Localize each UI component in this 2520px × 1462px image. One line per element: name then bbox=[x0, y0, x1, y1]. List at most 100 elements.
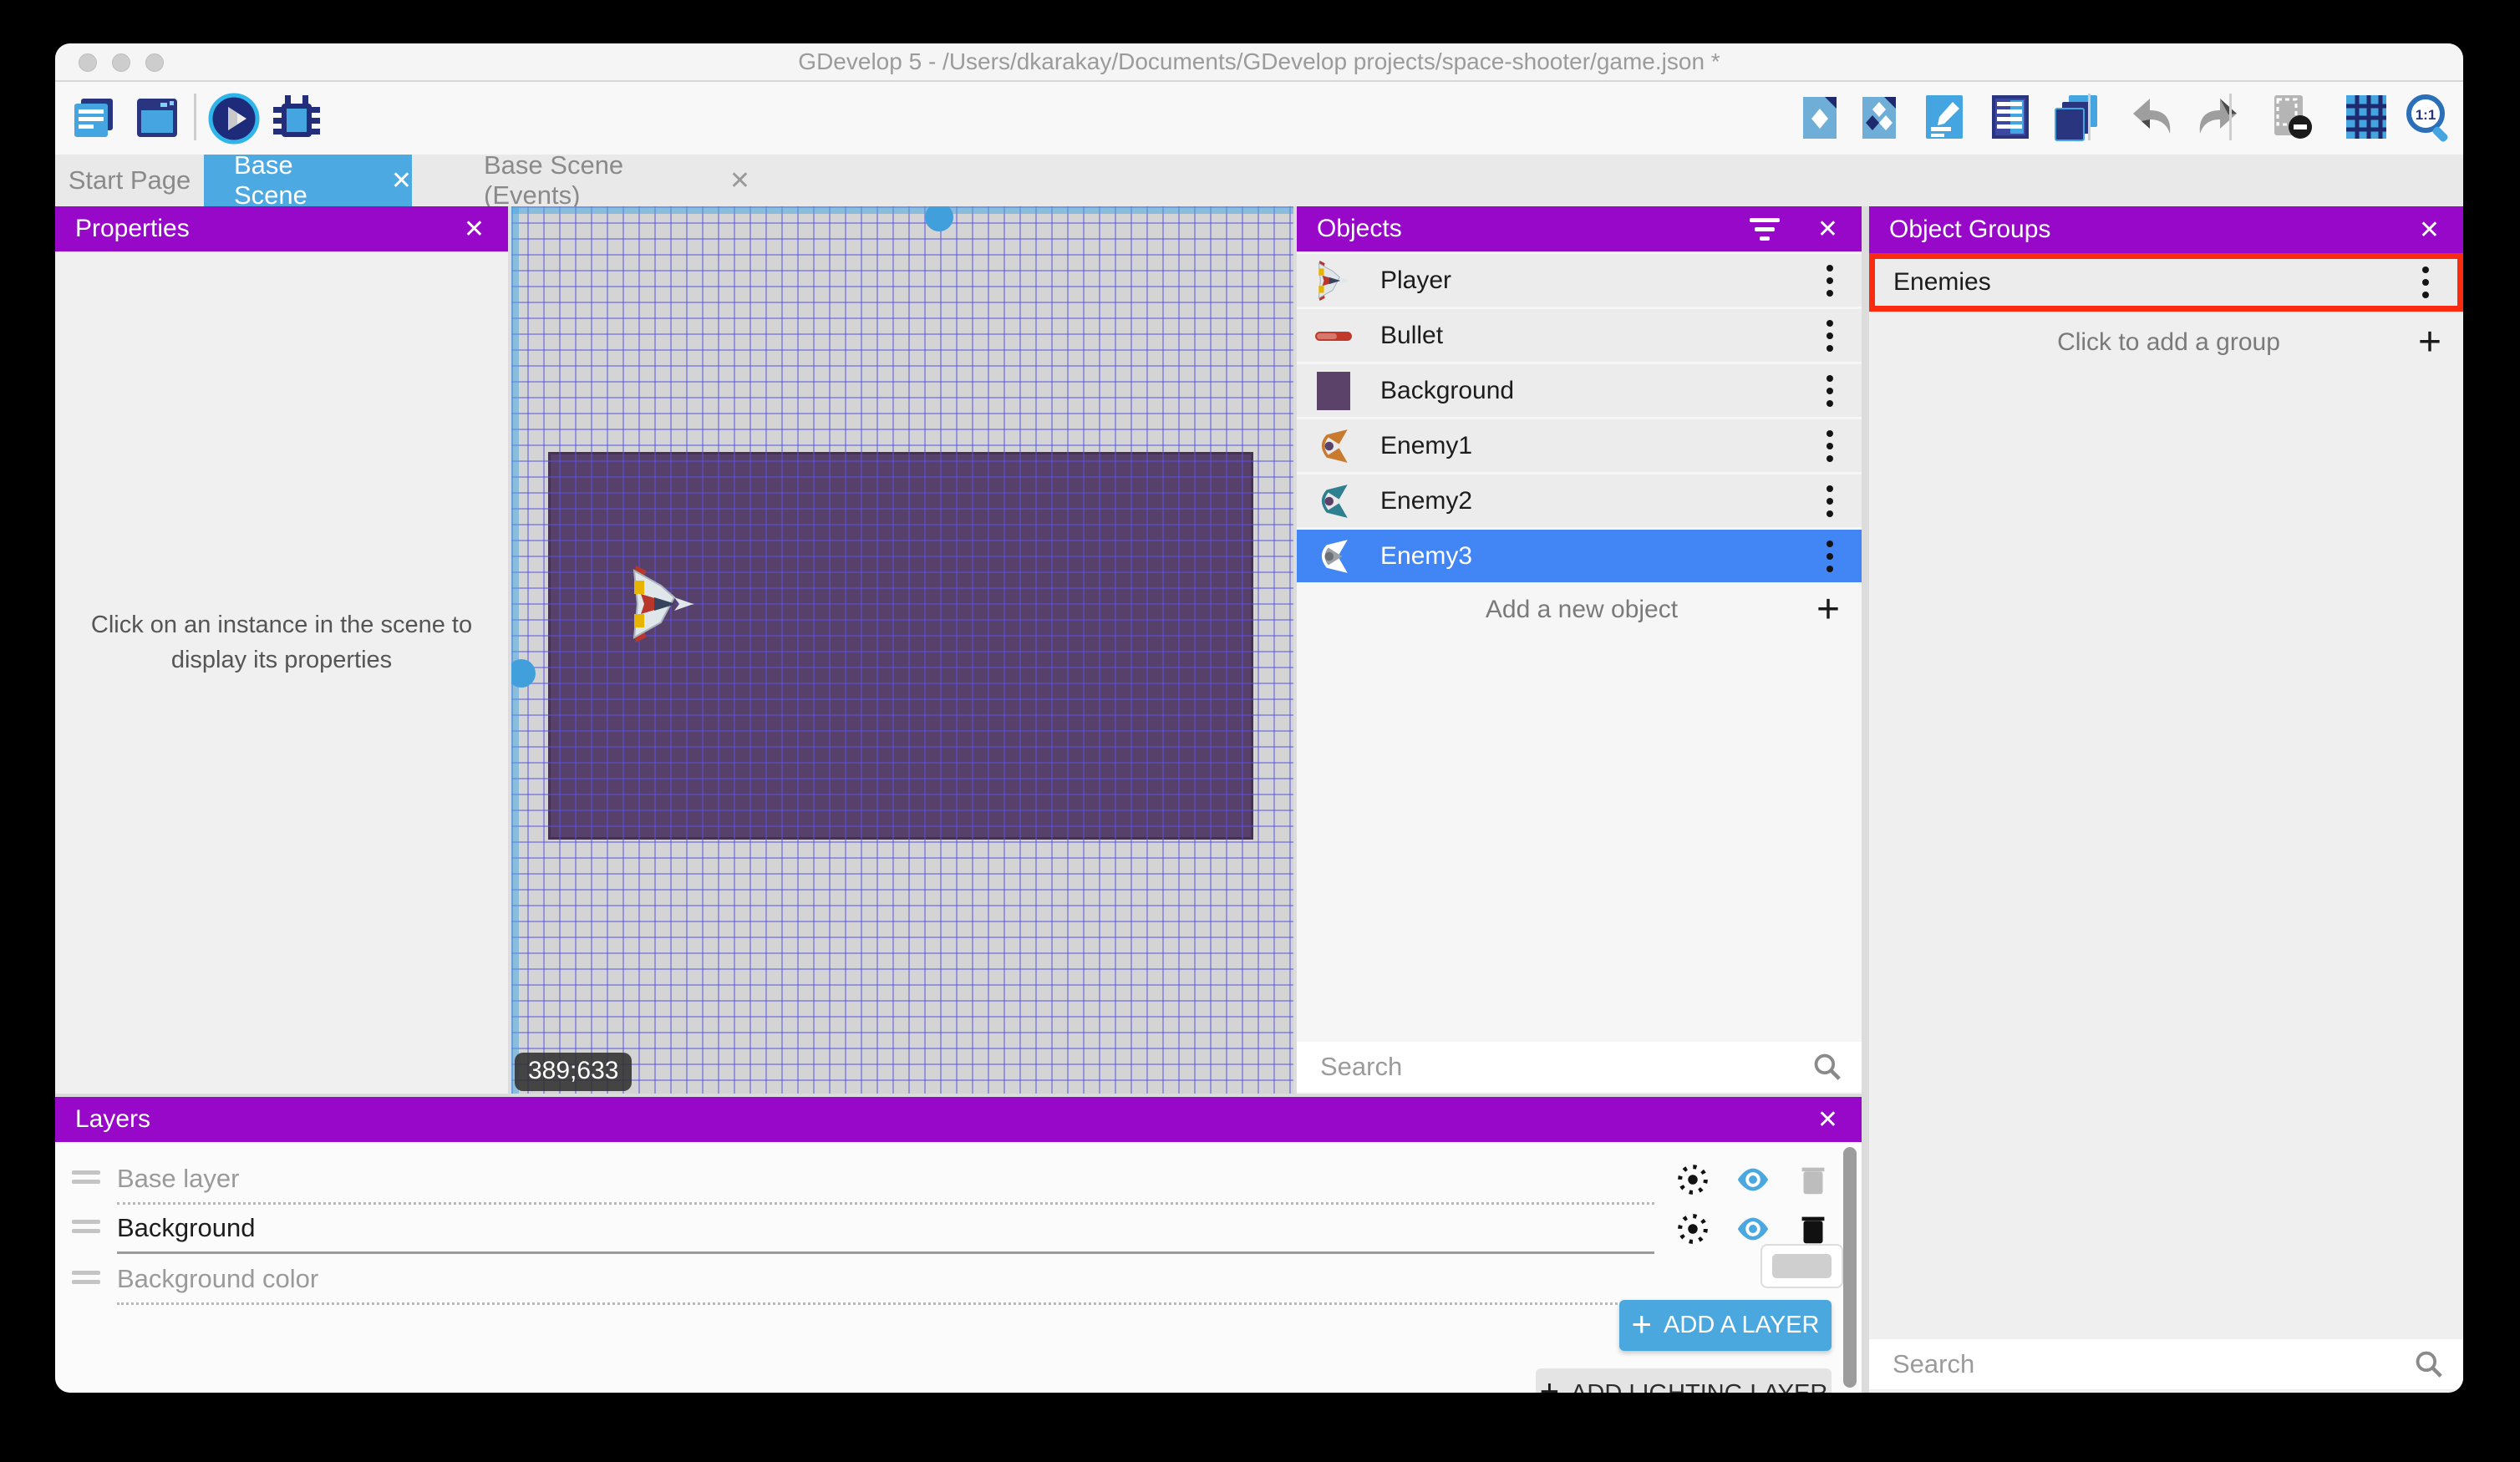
tab-label: Start Page bbox=[69, 165, 191, 195]
filter-icon[interactable] bbox=[1749, 218, 1781, 241]
group-row-enemies-highlighted[interactable]: Enemies bbox=[1869, 253, 2463, 312]
objects-panel: Objects ✕ Player bbox=[1297, 206, 1862, 1094]
redo-icon[interactable] bbox=[2192, 92, 2242, 142]
add-object-button[interactable]: Add a new object + bbox=[1297, 585, 1862, 635]
add-layer-label: ADD A LAYER bbox=[1664, 1312, 1819, 1339]
kebab-menu-icon[interactable] bbox=[1821, 425, 1838, 467]
object-groups-icon[interactable] bbox=[1854, 92, 1904, 142]
title-bar: GDevelop 5 - /Users/dkarakay/Documents/G… bbox=[55, 43, 2463, 82]
tab-close-icon[interactable]: ✕ bbox=[729, 166, 750, 195]
plus-icon: + bbox=[2418, 322, 2441, 363]
drag-handle-icon[interactable] bbox=[72, 1220, 100, 1238]
layer-visibility-icon[interactable] bbox=[1734, 1210, 1772, 1248]
kebab-menu-icon[interactable] bbox=[1821, 480, 1838, 522]
plus-icon: + bbox=[1632, 1304, 1653, 1344]
tab-label: Base Scene bbox=[234, 150, 353, 211]
object-row-enemy1[interactable]: Enemy1 bbox=[1297, 419, 1862, 472]
kebab-menu-icon[interactable] bbox=[1821, 315, 1838, 357]
gdevelop-window: GDevelop 5 - /Users/dkarakay/Documents/G… bbox=[55, 43, 2463, 1393]
object-name: Player bbox=[1380, 267, 1821, 295]
add-lighting-layer-button[interactable]: + ADD LIGHTING LAYER bbox=[1536, 1368, 1832, 1393]
zoom-original-icon[interactable]: 1:1 bbox=[2402, 92, 2456, 145]
tab-base-scene-events[interactable]: Base Scene (Events) ✕ bbox=[412, 155, 750, 206]
layer-effects-icon[interactable] bbox=[1674, 1210, 1712, 1248]
toolbar-divider bbox=[2229, 94, 2232, 140]
layers-scrollbar[interactable] bbox=[1843, 1147, 1857, 1388]
tab-base-scene[interactable]: Base Scene ✕ bbox=[204, 155, 412, 206]
kebab-menu-icon[interactable] bbox=[2417, 261, 2434, 303]
object-name: Bullet bbox=[1380, 322, 1821, 350]
plus-icon: + bbox=[1540, 1373, 1559, 1393]
bullet-sprite-icon bbox=[1310, 314, 1357, 358]
project-manager-icon[interactable] bbox=[69, 92, 119, 142]
main-toolbar: 1:1 bbox=[55, 82, 2463, 155]
screenshot-root: GDevelop 5 - /Users/dkarakay/Documents/G… bbox=[0, 0, 2520, 1462]
tab-start-page[interactable]: Start Page bbox=[55, 155, 204, 206]
toggle-grid-icon[interactable] bbox=[2341, 92, 2391, 142]
close-icon[interactable]: ✕ bbox=[2419, 216, 2440, 245]
close-icon[interactable]: ✕ bbox=[1817, 1105, 1838, 1135]
canvas-vertical-scrollbar[interactable] bbox=[511, 206, 519, 1094]
layers-panel: Layers ✕ bbox=[55, 1097, 1862, 1393]
add-layer-button[interactable]: + ADD A LAYER bbox=[1619, 1300, 1832, 1351]
undo-icon[interactable] bbox=[2128, 92, 2178, 142]
layer-name-input[interactable] bbox=[117, 1160, 1654, 1205]
add-lighting-layer-label: ADD LIGHTING LAYER bbox=[1571, 1380, 1827, 1393]
panel-title: Properties bbox=[75, 215, 464, 243]
vertical-scroll-knob[interactable] bbox=[511, 659, 536, 688]
layer-name-input[interactable] bbox=[117, 1210, 1654, 1254]
close-icon[interactable]: ✕ bbox=[464, 215, 485, 244]
cursor-coordinates-badge: 389;633 bbox=[515, 1053, 632, 1091]
close-icon[interactable]: ✕ bbox=[1817, 215, 1838, 244]
drag-handle-icon[interactable] bbox=[72, 1170, 100, 1189]
player-instance[interactable] bbox=[624, 564, 701, 644]
properties-empty-message: Click on an instance in the scene to dis… bbox=[81, 607, 482, 678]
object-groups-panel-header: Object Groups ✕ bbox=[1869, 206, 2463, 253]
enemy1-sprite-icon bbox=[1310, 424, 1357, 468]
toggle-window-mask-icon[interactable] bbox=[2266, 92, 2316, 142]
object-row-enemy2[interactable]: Enemy2 bbox=[1297, 475, 1862, 527]
object-row-player[interactable]: Player bbox=[1297, 254, 1862, 307]
canvas-horizontal-scrollbar[interactable] bbox=[511, 206, 1293, 214]
horizontal-scroll-knob[interactable] bbox=[925, 206, 953, 231]
layers-icon[interactable] bbox=[2050, 92, 2101, 142]
kebab-menu-icon[interactable] bbox=[1821, 536, 1838, 577]
kebab-menu-icon[interactable] bbox=[1821, 260, 1838, 302]
layer-effects-icon[interactable] bbox=[1674, 1160, 1712, 1199]
add-group-button[interactable]: Click to add a group + bbox=[1869, 317, 2463, 368]
layer-row-background-color bbox=[55, 1256, 1862, 1304]
background-color-swatch[interactable] bbox=[1760, 1244, 1843, 1288]
player-sprite-icon bbox=[1310, 259, 1357, 302]
object-row-enemy3[interactable]: Enemy3 bbox=[1297, 530, 1862, 582]
add-group-label: Click to add a group bbox=[1869, 328, 2418, 357]
play-icon[interactable] bbox=[207, 92, 261, 145]
groups-search-input[interactable] bbox=[1891, 1348, 2413, 1380]
background-instance[interactable] bbox=[548, 452, 1253, 840]
drag-handle-icon bbox=[72, 1271, 100, 1289]
scene-window-icon[interactable] bbox=[132, 92, 182, 142]
tab-label: Base Scene (Events) bbox=[484, 150, 691, 211]
objects-search bbox=[1297, 1042, 1862, 1092]
panel-title: Object Groups bbox=[1889, 216, 2419, 244]
tab-close-icon[interactable]: ✕ bbox=[391, 166, 412, 195]
layers-panel-header: Layers ✕ bbox=[55, 1097, 1862, 1142]
instances-list-icon[interactable] bbox=[1985, 92, 2035, 142]
scene-canvas[interactable]: 389;633 bbox=[511, 206, 1293, 1094]
layer-visibility-icon[interactable] bbox=[1734, 1160, 1772, 1199]
object-row-background[interactable]: Background bbox=[1297, 364, 1862, 417]
object-name: Enemy2 bbox=[1380, 487, 1821, 515]
debug-icon[interactable] bbox=[270, 92, 323, 145]
toolbar-divider bbox=[194, 94, 196, 140]
edit-scene-properties-icon[interactable] bbox=[1919, 92, 1969, 142]
objects-panel-header: Objects ✕ bbox=[1297, 206, 1862, 251]
kebab-menu-icon[interactable] bbox=[1821, 370, 1838, 412]
object-groups-panel: Object Groups ✕ Enemies Click to add a g… bbox=[1869, 206, 2463, 1393]
properties-panel: Properties ✕ Click on an instance in the… bbox=[55, 206, 508, 1094]
object-name: Background bbox=[1380, 377, 1821, 405]
panel-title: Objects bbox=[1317, 215, 1749, 243]
objects-search-input[interactable] bbox=[1318, 1051, 1811, 1083]
delete-layer-icon[interactable] bbox=[1794, 1210, 1832, 1248]
enemy3-sprite-icon bbox=[1310, 535, 1357, 578]
objects-list-icon[interactable] bbox=[1795, 92, 1845, 142]
object-row-bullet[interactable]: Bullet bbox=[1297, 309, 1862, 362]
